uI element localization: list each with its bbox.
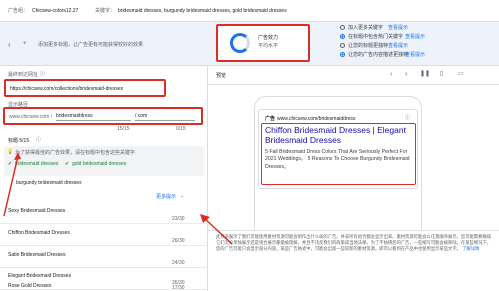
view-tips-link[interactable]: 查看提示 (388, 43, 408, 49)
suggestion-item: 加入更多关键字 查看提示 (340, 24, 495, 33)
ad-description: 5 Fall Bridesmaid Dress Colors That Are … (265, 149, 410, 170)
phone-frame: 广告 www.chicsew.com/bridesmaiddress ⓘ Chi… (254, 96, 422, 231)
chevron-right-icon[interactable]: › (405, 71, 407, 78)
ad-group-value: Chicsew-colors12.27 (32, 8, 79, 14)
desktop-icon[interactable]: ▭ (458, 71, 464, 78)
strength-ring-icon (230, 33, 250, 53)
keyword-extra[interactable]: burgundy bridesmaid dresses (16, 180, 82, 186)
headline-text: Chiffon Bridesmaid Dresses (8, 230, 70, 236)
preview-label: 预览 (216, 73, 227, 79)
final-url-label: 最终到达网址 (8, 72, 39, 78)
ad-badge: 广告 (265, 116, 276, 122)
display-path-field: www.chicsew.com / bridesmaiddress / com (3, 107, 203, 125)
headline-text: Rose Gold Dresses (8, 283, 52, 289)
headline-count: 23/30 (172, 216, 185, 222)
learn-more-link[interactable]: 了解详情 (462, 246, 479, 251)
headline-count: 17/30 (172, 285, 185, 291)
ad-group-label: 广告组： (8, 8, 29, 14)
radio-icon (340, 34, 345, 39)
divider (208, 84, 499, 85)
path2-count: 0/15 (176, 126, 186, 132)
ad-form: 最终到达网址 ⓘ https://chicsew.com/collections… (0, 66, 208, 291)
keyword-label: 关键字： (95, 8, 116, 14)
headline-text: Satin Bridesmaid Dresses (8, 252, 66, 258)
radio-icon (340, 43, 345, 48)
suggestion-item: 在标题中包含热门关键字 查看提示 (340, 33, 495, 42)
strength-value: 平均水平 (258, 43, 279, 49)
headlines-label: 标题 5/15 (8, 138, 30, 144)
ad-highlight-box: Chiffon Bridesmaid Dresses | Elegant Bri… (261, 123, 416, 185)
headline-row[interactable]: Rose Gold Dresses 17/30 (0, 281, 208, 291)
headline-row[interactable]: Sexy Bridesmaid Dresses 23/30 (0, 202, 208, 224)
headline-row[interactable]: Chiffon Bridesmaid Dresses 26/30 (0, 224, 208, 246)
keyword-value: bridesmaid dresses, burgundy bridesmaid … (118, 8, 287, 14)
annotation-arrow (200, 214, 233, 245)
info-icon[interactable]: ⓘ (405, 115, 410, 122)
ad-url: www.chicsew.com/bridesmaiddress (277, 116, 356, 122)
chevron-left-icon[interactable]: ‹ (390, 71, 392, 78)
suggestion-item: 让您的标题更独特 查看提示 (340, 42, 495, 51)
final-url-value: https://chicsew.com/collections/bridesma… (10, 86, 124, 92)
keyword-chip[interactable]: gold bridesmaid dresses (72, 161, 126, 167)
keyword-tip: 为了获得最佳的广告效果，请在标题中包含这些关键字 (15, 150, 136, 156)
preview-panel: 预览 ‹ › ❚❚ ▯ ▭ 广告 www.chicsew.com/bridesm… (208, 66, 499, 291)
strength-title: 广告效力 (258, 35, 279, 41)
help-icon[interactable]: ⓘ (36, 137, 41, 144)
path2-input[interactable]: / com (135, 113, 195, 121)
headline-count: 26/30 (172, 238, 185, 244)
plus-icon: + (23, 41, 27, 47)
final-url-input[interactable]: https://chicsew.com/collections/bridesma… (4, 79, 166, 97)
radio-icon (340, 52, 345, 57)
band-message: 添加更多标题，让广告更有可能获得较好的效果 (38, 42, 144, 48)
divider (208, 230, 499, 231)
preview-disclaimer: 此预览展示了我们可能使用素材资源可能会制作出什么样的广告。并非所有组合都会显示出… (216, 234, 491, 252)
ad-card: 广告 www.chicsew.com/bridesmaiddress ⓘ Chi… (258, 109, 418, 189)
path1-count: 15/15 (117, 126, 130, 132)
view-tips-link[interactable]: 查看提示 (405, 52, 425, 58)
top-bar: 广告组： Chicsew-colors12.27 关键字： bridesmaid… (0, 0, 499, 22)
ad-strength-band: ‹ + 添加更多标题，让广告更有可能获得较好的效果 广告效力 平均水平 加入更多… (0, 22, 499, 66)
ad-strength-box: 广告效力 平均水平 (216, 24, 310, 62)
headline-count: 24/30 (172, 260, 185, 266)
view-tips-link[interactable]: 查看提示 (388, 25, 408, 31)
pause-icon[interactable]: ❚❚ (420, 71, 430, 78)
headline-text: Elegant Bridesmaid Dresses (8, 273, 72, 279)
display-domain: www.chicsew.com / (9, 114, 53, 120)
headline-row[interactable]: Satin Bridesmaid Dresses 24/30 (0, 246, 208, 268)
more-ideas-link[interactable]: 更多提示 (156, 194, 176, 200)
check-icon: ✔ (65, 161, 70, 167)
view-tips-link[interactable]: 查看提示 (405, 34, 425, 40)
chevron-down-icon[interactable]: ⌄ (180, 193, 184, 200)
chevron-left-icon[interactable]: ‹ (8, 41, 11, 49)
annotation-arrow (3, 152, 21, 217)
mobile-icon[interactable]: ▯ (440, 71, 443, 78)
help-icon[interactable]: ⓘ (40, 71, 45, 78)
radio-icon (340, 25, 345, 30)
path1-input[interactable]: bridesmaiddress (56, 113, 131, 121)
suggestion-item: 让您的广告内容描述更独特 查看提示 (340, 51, 495, 60)
keyword-tip-panel: 💡 为了获得最佳的广告效果，请在标题中包含这些关键字 ✔ bridesmaid … (4, 146, 204, 176)
ad-headline[interactable]: Chiffon Bridesmaid Dresses | Elegant Bri… (265, 125, 411, 145)
